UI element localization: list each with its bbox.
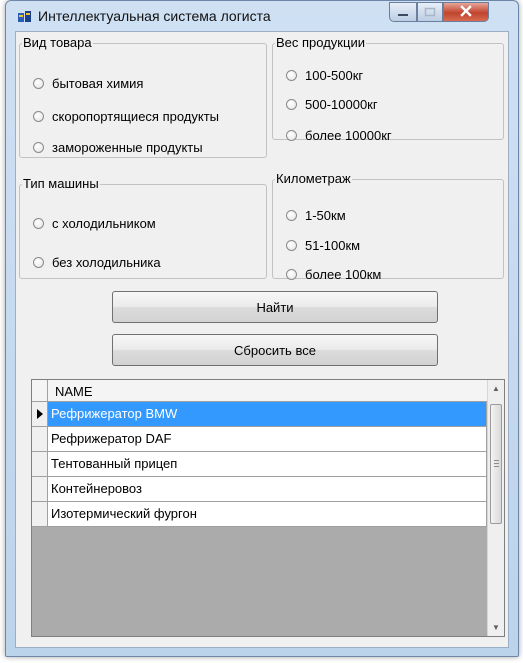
radio-label: 100-500кг — [305, 67, 364, 83]
row-header[interactable] — [32, 477, 48, 502]
window-title: Интеллектуальная система логиста — [38, 8, 271, 24]
table-cell[interactable]: Рефрижератор DAF — [48, 427, 487, 452]
radio-circle[interactable] — [33, 217, 44, 229]
grid-header: NAME — [32, 380, 487, 402]
table-cell[interactable]: Изотермический фургон — [48, 502, 487, 527]
title-bar[interactable]: Интеллектуальная система логиста — [6, 1, 518, 31]
app-icon — [18, 10, 32, 24]
radio-weight-100-500[interactable]: 100-500кг — [286, 66, 363, 84]
app-window: Интеллектуальная система логиста Вид тов… — [5, 0, 519, 657]
weight-group: Вес продукции 100-500кг 500-10000кг боле… — [272, 35, 504, 143]
radio-weight-500-10000[interactable]: 500-10000кг — [286, 95, 378, 113]
table-row[interactable]: Рефрижератор BMW — [32, 402, 487, 427]
current-row-pointer-icon — [37, 409, 43, 419]
radio-distance-1-50[interactable]: 1-50км — [286, 206, 346, 224]
radio-circle[interactable] — [286, 129, 297, 141]
product-type-group: Вид товара бытовая химия скоропортящиеся… — [19, 36, 267, 158]
row-header[interactable] — [32, 427, 48, 452]
radio-circle[interactable] — [33, 77, 44, 89]
find-button[interactable]: Найти — [112, 291, 438, 323]
table-row[interactable]: Изотермический фургон — [32, 502, 487, 527]
radio-distance-51-100[interactable]: 51-100км — [286, 236, 360, 254]
scroll-down-arrow-icon: ▼ — [492, 623, 500, 632]
radio-label: скоропортящиеся продукты — [52, 108, 220, 124]
radio-frozen[interactable]: замороженные продукты — [33, 138, 203, 156]
scroll-up-button[interactable]: ▲ — [488, 380, 504, 397]
client-area: Вид товара бытовая химия скоропортящиеся… — [15, 31, 509, 648]
radio-distance-over-100[interactable]: более 100км — [286, 265, 381, 283]
minimize-button[interactable] — [389, 2, 417, 22]
radio-household-chemicals[interactable]: бытовая химия — [33, 74, 143, 92]
radio-non-refrigerated[interactable]: без холодильника — [33, 253, 161, 271]
maximize-button[interactable] — [417, 2, 443, 22]
radio-label: 500-10000кг — [305, 96, 378, 112]
radio-label: замороженные продукты — [52, 139, 203, 155]
table-cell[interactable]: Рефрижератор BMW — [48, 402, 487, 427]
distance-label: Километраж — [276, 171, 351, 186]
radio-label: бытовая химия — [52, 75, 144, 91]
row-header[interactable] — [32, 452, 48, 477]
table-row[interactable]: Контейнеровоз — [32, 477, 487, 502]
scroll-up-arrow-icon: ▲ — [492, 384, 500, 393]
radio-circle[interactable] — [286, 268, 297, 280]
radio-label: более 10000кг — [305, 127, 392, 143]
maximize-icon — [424, 5, 436, 20]
table-row[interactable]: Рефрижератор DAF — [32, 427, 487, 452]
radio-circle[interactable] — [286, 69, 297, 81]
radio-circle[interactable] — [33, 110, 44, 122]
distance-group: Километраж 1-50км 51-100км более 100км — [272, 171, 504, 282]
grid-corner[interactable] — [32, 380, 48, 401]
vehicle-type-label: Тип машины — [23, 176, 99, 191]
radio-label: без холодильника — [52, 254, 161, 270]
radio-label: более 100км — [305, 266, 382, 282]
vertical-scrollbar[interactable]: ▲ ▼ — [487, 380, 504, 636]
row-header[interactable] — [32, 502, 48, 527]
radio-label: с холодильником — [52, 215, 156, 231]
vehicle-type-group: Тип машины с холодильником без холодильн… — [19, 177, 267, 279]
minimize-icon — [397, 5, 409, 20]
table-cell[interactable]: Контейнеровоз — [48, 477, 487, 502]
radio-circle[interactable] — [286, 239, 297, 251]
table-cell[interactable]: Тентованный прицеп — [48, 452, 487, 477]
scroll-thumb[interactable] — [490, 404, 502, 524]
table-row[interactable]: Тентованный прицеп — [32, 452, 487, 477]
radio-circle[interactable] — [286, 98, 297, 110]
close-icon — [460, 4, 472, 20]
radio-label: 1-50км — [305, 207, 346, 223]
close-button[interactable] — [443, 2, 489, 22]
radio-refrigerated[interactable]: с холодильником — [33, 214, 156, 232]
radio-weight-over-10000[interactable]: более 10000кг — [286, 126, 392, 144]
radio-label: 51-100км — [305, 237, 361, 253]
product-type-label: Вид товара — [23, 35, 92, 50]
scroll-grip-icon — [494, 460, 499, 467]
radio-circle[interactable] — [33, 141, 44, 153]
radio-circle[interactable] — [33, 256, 44, 268]
column-header-name[interactable]: NAME — [55, 384, 93, 399]
radio-circle[interactable] — [286, 209, 297, 221]
reset-all-button[interactable]: Сбросить все — [112, 334, 438, 366]
weight-label: Вес продукции — [276, 35, 365, 50]
radio-perishables[interactable]: скоропортящиеся продукты — [33, 107, 219, 125]
row-header[interactable] — [32, 402, 48, 427]
results-grid[interactable]: NAME Рефрижератор BMW Рефрижератор DAF Т… — [31, 379, 505, 637]
scroll-down-button[interactable]: ▼ — [488, 619, 504, 636]
